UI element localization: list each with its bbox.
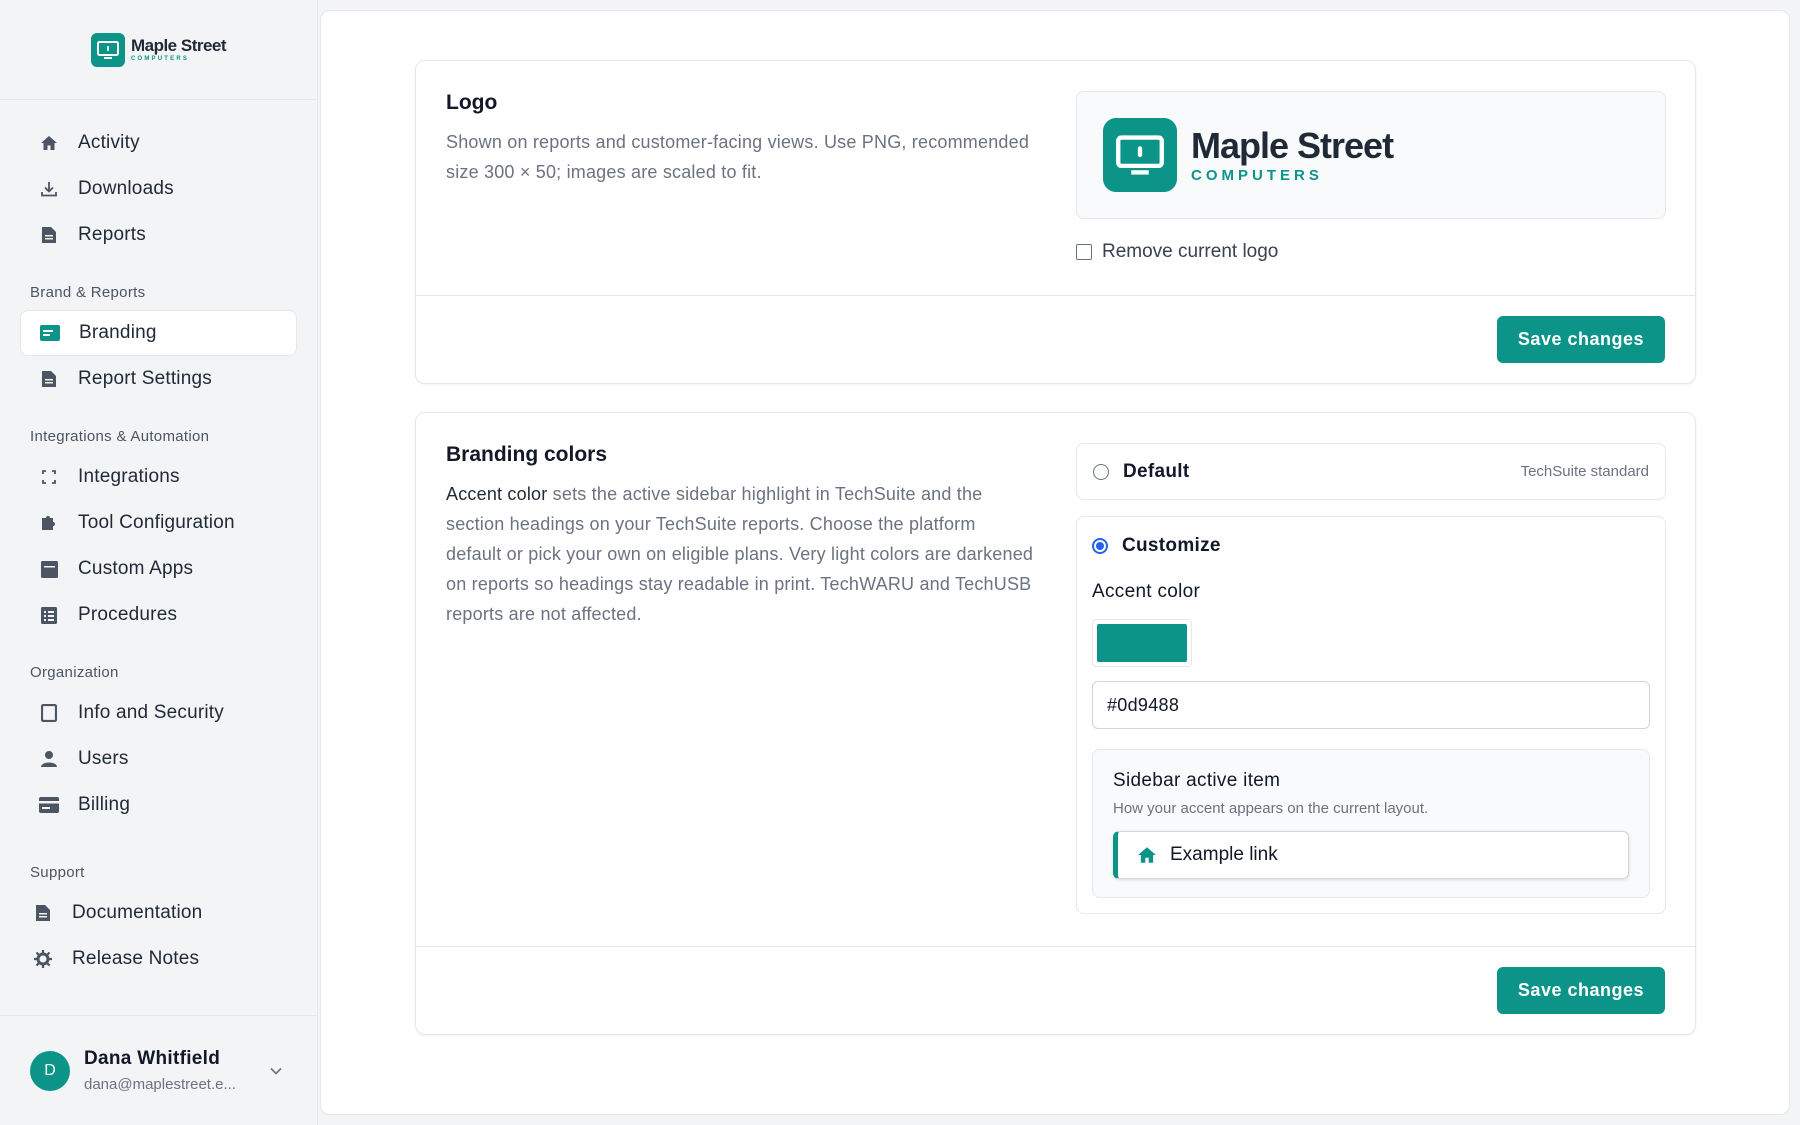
logo-preview: Maple Street COMPUTERS <box>1076 91 1666 219</box>
sidebar-item-label: Integrations <box>78 466 180 487</box>
avatar: D <box>30 1050 70 1091</box>
sidebar-item-label: Users <box>78 748 129 769</box>
sidebar-item-custom-apps[interactable]: Custom Apps <box>20 546 297 592</box>
monitor-logo-icon <box>1103 118 1177 192</box>
branding-colors-title: Branding colors <box>446 443 608 466</box>
sidebar-preview: Sidebar active item How your accent appe… <box>1092 749 1650 898</box>
remove-logo-label: Remove current logo <box>1102 241 1279 262</box>
checkbox-box[interactable] <box>1076 244 1092 260</box>
sidebar-item-label: Release Notes <box>72 948 200 969</box>
sidebar-item-info-security[interactable]: Info and Security <box>20 690 297 736</box>
customize-radio[interactable] <box>1092 538 1108 554</box>
preview-subtitle: How your accent appears on the current l… <box>1113 800 1429 817</box>
option-customize: Customize Accent color Sidebar active it… <box>1076 516 1666 914</box>
document-icon <box>38 224 60 246</box>
sidebar-item-branding[interactable]: Branding <box>20 310 297 356</box>
sidebar-item-label: Info and Security <box>78 702 224 723</box>
sidebar-item-tool-configuration[interactable]: Tool Configuration <box>20 500 297 546</box>
logo-preview-subtitle: COMPUTERS <box>1191 166 1323 184</box>
sidebar-item-downloads[interactable]: Downloads <box>20 166 297 212</box>
logo-card-description: Shown on reports and customer-facing vie… <box>446 132 1030 182</box>
sidebar-item-release-notes[interactable]: Release Notes <box>20 936 297 982</box>
card-icon <box>38 794 60 816</box>
sidebar-item-documentation[interactable]: Documentation <box>20 890 297 936</box>
default-hint: TechSuite standard <box>1520 463 1649 480</box>
default-label: Default <box>1123 460 1190 482</box>
example-link-label: Example link <box>1170 844 1278 865</box>
color-picker[interactable] <box>1092 619 1192 667</box>
description-lead: Accent color <box>446 484 548 504</box>
option-default[interactable]: Default TechSuite standard <box>1076 443 1666 500</box>
logo-card: Logo Shown on reports and customer-facin… <box>415 60 1696 384</box>
brand-header: Maple Street COMPUTERS <box>0 0 317 100</box>
colors-card-footer: Save changes <box>416 946 1695 1034</box>
remove-logo-checkbox[interactable]: Remove current logo <box>1076 241 1666 263</box>
save-logo-button[interactable]: Save changes <box>1496 316 1665 363</box>
customize-row[interactable]: Customize <box>1092 533 1650 559</box>
section-label-brand-reports: Brand & Reports <box>30 284 146 301</box>
save-colors-button[interactable]: Save changes <box>1496 967 1665 1014</box>
puzzle-icon <box>38 512 60 534</box>
sidebar-item-label: Branding <box>79 322 157 343</box>
app-icon <box>38 558 60 580</box>
preview-title: Sidebar active item <box>1113 770 1281 791</box>
section-label-organization: Organization <box>30 664 119 681</box>
home-icon <box>1136 845 1158 865</box>
sidebar-item-label: Downloads <box>78 178 174 199</box>
sidebar-item-users[interactable]: Users <box>20 736 297 782</box>
section-label-integrations: Integrations & Automation <box>30 428 210 445</box>
customize-label: Customize <box>1122 535 1221 556</box>
brand-logo[interactable]: Maple Street COMPUTERS <box>90 32 227 67</box>
user-email: dana@maplestreet.e... <box>84 1076 236 1093</box>
logo-preview-name: Maple Street <box>1191 124 1394 166</box>
sidebar-item-procedures[interactable]: Procedures <box>20 592 297 638</box>
sidebar: Maple Street COMPUTERS Activity Download… <box>0 0 318 1125</box>
gear-icon <box>32 948 54 970</box>
sidebar-item-report-settings[interactable]: Report Settings <box>20 356 297 402</box>
monitor-logo-icon <box>90 32 125 67</box>
sidebar-item-label: Report Settings <box>78 368 212 389</box>
id-card-icon <box>39 322 61 344</box>
sidebar-item-label: Procedures <box>78 604 178 625</box>
sidebar-item-label: Reports <box>78 224 146 245</box>
color-swatch <box>1097 624 1187 662</box>
user-menu[interactable]: D Dana Whitfield dana@maplestreet.e... <box>0 1015 318 1125</box>
brand-name: Maple Street <box>130 36 227 55</box>
brand-subtitle: COMPUTERS <box>130 56 190 62</box>
sidebar-item-activity[interactable]: Activity <box>20 120 297 166</box>
sidebar-item-integrations[interactable]: Integrations <box>20 454 297 500</box>
document-icon <box>38 368 60 390</box>
default-radio[interactable] <box>1093 463 1109 480</box>
sidebar-item-label: Activity <box>78 132 140 153</box>
section-label-support: Support <box>30 864 85 881</box>
list-icon <box>38 604 60 626</box>
description-rest: sets the active sidebar highlight in Tec… <box>446 484 1034 624</box>
integrations-icon <box>38 466 60 488</box>
main-content: Logo Shown on reports and customer-facin… <box>320 10 1790 1115</box>
sidebar-item-label: Custom Apps <box>78 558 194 579</box>
accent-color-label: Accent color <box>1092 581 1201 602</box>
document-icon <box>32 902 54 924</box>
logo-card-footer: Save changes <box>416 295 1695 383</box>
sidebar-nav: Activity Downloads Reports Brand & Repor… <box>0 100 317 1015</box>
chevron-down-icon[interactable] <box>270 1062 282 1080</box>
home-icon <box>38 132 60 154</box>
user-icon <box>38 748 60 770</box>
branding-colors-description: Accent color sets the active sidebar hig… <box>446 479 1036 629</box>
example-link[interactable]: Example link <box>1113 831 1629 879</box>
sidebar-item-reports[interactable]: Reports <box>20 212 297 258</box>
accent-color-input[interactable] <box>1092 681 1650 729</box>
download-icon <box>38 178 60 200</box>
user-name: Dana Whitfield <box>84 1048 221 1069</box>
square-icon <box>38 702 60 724</box>
sidebar-item-label: Documentation <box>72 902 203 923</box>
logo-card-title: Logo <box>446 91 498 114</box>
sidebar-item-label: Billing <box>78 794 131 815</box>
sidebar-item-label: Tool Configuration <box>78 512 235 533</box>
branding-colors-card: Branding colors Accent color sets the ac… <box>415 412 1696 1035</box>
sidebar-item-billing[interactable]: Billing <box>20 782 297 828</box>
